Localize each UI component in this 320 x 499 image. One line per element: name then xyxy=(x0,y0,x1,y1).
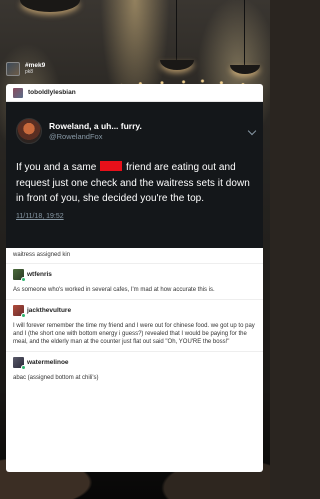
poster-header[interactable]: #mek9 pk8 xyxy=(6,62,45,76)
lamp-cord xyxy=(244,0,245,65)
author-name[interactable]: toboldlylesbian xyxy=(28,89,76,96)
lamp-cord xyxy=(176,0,177,60)
reblog-avatar[interactable] xyxy=(13,269,26,282)
poster-subtitle: pk8 xyxy=(25,68,34,75)
reblog-username[interactable]: watermelinoe xyxy=(27,359,69,366)
tweet-text: If you and a same friend are eating out … xyxy=(16,160,253,207)
reblog-avatar[interactable] xyxy=(13,305,26,318)
reblog-entry: watermelinoe abac (assigned bottom at ch… xyxy=(6,352,263,387)
reblog-avatar[interactable] xyxy=(13,357,26,370)
reblog-entry: wtfenris As someone who's worked in seve… xyxy=(6,264,263,300)
tweet-screenshot: Roweland, a uh... furry. @RowelandFox If… xyxy=(6,102,263,248)
reblog-text: I will forever remember the time my frie… xyxy=(13,323,255,345)
pendant-lamp xyxy=(230,65,260,74)
pendant-lamp xyxy=(20,0,80,12)
tweet-avatar xyxy=(16,118,42,144)
post-caption: waitress assigned kin xyxy=(6,248,263,264)
tweet-handle: @RowelandFox xyxy=(49,132,103,141)
reblog-username[interactable]: wtfenris xyxy=(27,271,52,278)
online-dot xyxy=(21,365,26,370)
reblog-entry: jackthevulture I will forever remember t… xyxy=(6,300,263,352)
post-header: toboldlylesbian xyxy=(6,84,263,102)
online-dot xyxy=(21,277,26,282)
reblog-username[interactable]: jackthevulture xyxy=(27,307,71,314)
tweet-display-name: Roweland, a uh... furry. xyxy=(49,121,142,131)
reblog-text: abac (assigned bottom at chili's) xyxy=(13,375,99,381)
pendant-lamp xyxy=(160,60,194,70)
post-card: toboldlylesbian Roweland, a uh... furry.… xyxy=(6,84,263,472)
online-dot xyxy=(21,313,26,318)
author-avatar[interactable] xyxy=(13,87,23,98)
reblog-text: As someone who's worked in several cafes… xyxy=(13,287,215,293)
tweet-timestamp: 11/11/18, 19:52 xyxy=(16,212,64,220)
poster-avatar[interactable] xyxy=(6,62,20,76)
tweet-text-before: If you and a same xyxy=(16,162,97,173)
redaction-box xyxy=(100,161,123,171)
